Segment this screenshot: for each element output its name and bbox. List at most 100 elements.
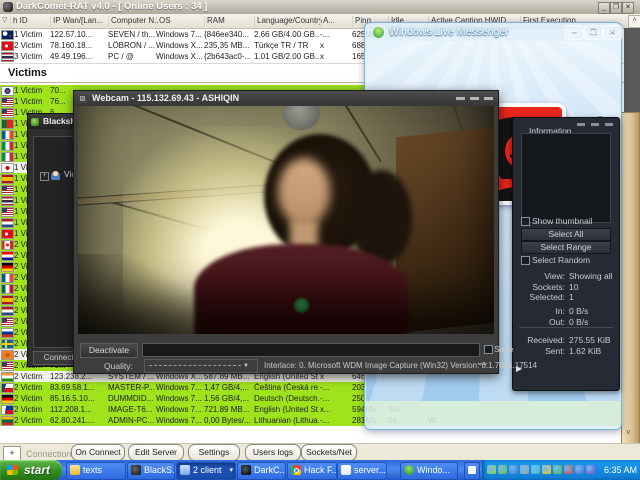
messenger-green-tray-icon[interactable] — [487, 465, 496, 474]
select-range-button[interactable]: Select Range — [521, 241, 611, 254]
cell-os: Windows X... — [156, 52, 203, 61]
country-flag-icon — [2, 307, 13, 315]
panel-button[interactable] — [605, 123, 613, 126]
connections-tab-label[interactable]: Connections — [26, 449, 76, 459]
display-tray-icon[interactable] — [509, 465, 518, 474]
show-thumbnail-label: Show thumbnail — [532, 216, 592, 226]
cell-comp: IMAGE-T6... — [108, 405, 155, 414]
column-header[interactable]: Language/Country — [254, 16, 322, 27]
toolbar-button-on-connect[interactable]: On Connect — [71, 444, 125, 461]
toolbar-button-edit-server[interactable]: Edit Server — [128, 444, 184, 461]
thumbnail-preview-box — [521, 133, 611, 223]
usb-tray-icon[interactable] — [575, 465, 584, 474]
start-label: start — [24, 463, 50, 477]
stat-value: 1.62 KiB — [569, 346, 601, 356]
language-bar-button[interactable] — [464, 462, 480, 480]
taskbar-task[interactable]: Windo... — [400, 462, 458, 480]
select-all-button[interactable]: Select All — [521, 228, 611, 241]
taskbar-task[interactable]: BlackS... — [127, 462, 175, 480]
cell-os: Windows 7... — [156, 416, 203, 425]
toolbar-button-users-logs[interactable]: Users logs — [245, 444, 301, 461]
cell-comp: PC / @ — [108, 52, 155, 61]
slider-thumb[interactable]: ▼ — [243, 363, 249, 369]
deactivate-button[interactable]: Deactivate — [80, 343, 138, 358]
cell-lang: 2.66 GB/4.00 GB... — [254, 30, 319, 39]
select-random-checkbox[interactable] — [521, 256, 530, 265]
cell-id: 2 Victim — [14, 372, 49, 381]
add-button[interactable]: + — [3, 446, 21, 461]
scrollbar-up-arrow[interactable]: ˄ — [628, 15, 640, 28]
cell-comp: SEVEN / th... — [108, 30, 155, 39]
country-flag-icon — [2, 384, 13, 392]
chevron-down-icon[interactable]: ▾ — [229, 463, 233, 478]
network-tray-icon[interactable] — [520, 465, 529, 474]
country-flag-icon — [2, 252, 13, 260]
darkcomet-titlebar: DarkComet-RAT v4.0 - [ Online Users : 34… — [0, 0, 640, 15]
maximize-button[interactable]: ❐ — [610, 2, 622, 14]
country-flag-icon — [2, 241, 13, 249]
cell-id: 1 Victim — [14, 97, 49, 106]
users-tray-icon[interactable] — [553, 465, 562, 474]
column-header[interactable]: OS — [156, 16, 206, 27]
window-control[interactable] — [484, 97, 493, 100]
security-tray-icon[interactable] — [564, 465, 573, 474]
dropdown-chevron-icon[interactable]: ⌄⌄ — [476, 357, 487, 368]
close-button[interactable]: ✕ — [622, 2, 634, 14]
stat-label: Received: — [513, 335, 565, 345]
minimize-button[interactable]: – — [565, 25, 584, 40]
messenger-green2-tray-icon[interactable] — [498, 465, 507, 474]
volume-tray-icon[interactable] — [586, 465, 595, 474]
shield-tray-icon[interactable] — [542, 465, 551, 474]
window-control[interactable] — [456, 97, 465, 100]
capture-driver-info: Interlace: 0. Microsoft WDM Image Captur… — [264, 361, 537, 370]
task-label: BlackS... — [144, 465, 175, 475]
country-flag-icon — [2, 153, 13, 161]
quality-label: Quality: — [104, 361, 133, 371]
sort-icon[interactable]: ▽ — [2, 16, 7, 24]
task-label: Hack F... — [304, 465, 337, 475]
task-label: 2 client — [193, 465, 222, 475]
webcam-titlebar: Webcam - 115.132.69.43 - ASHIQIN — [74, 91, 498, 106]
quality-slider[interactable]: ▼ — [144, 359, 258, 373]
taskbar-task[interactable]: texts — [66, 462, 126, 480]
minimize-button[interactable]: _ — [598, 2, 610, 14]
cell-ip: 83.69.58.1... — [50, 383, 107, 392]
country-flag-icon — [2, 318, 13, 326]
toolbar-button-settings[interactable]: Settings — [188, 444, 240, 461]
column-header[interactable]: h ID — [10, 16, 52, 27]
cell-id: 2 Victim — [14, 41, 49, 50]
maximize-button[interactable]: ❐ — [584, 25, 603, 40]
toolbar-button-sockets-net[interactable]: Sockets/Net — [301, 444, 357, 461]
start-button[interactable]: start — [0, 460, 62, 480]
cell-ram: {846ee340... — [204, 30, 253, 39]
panel-button[interactable] — [591, 123, 599, 126]
taskbar-task[interactable]: server... — [337, 462, 387, 480]
taskbar-task[interactable]: 2 client ▾ — [176, 462, 236, 480]
taskbar-task[interactable]: DarkC... — [237, 462, 286, 480]
scrollbar-down-arrow[interactable]: ˅ — [626, 428, 631, 437]
save-checkbox[interactable] — [484, 345, 493, 354]
messenger-icon — [404, 465, 414, 475]
country-flag-icon — [2, 274, 13, 282]
task-label: Windo... — [417, 465, 450, 475]
cell-a: -... — [320, 416, 350, 425]
panel-button[interactable] — [577, 123, 585, 126]
desktop: DarkComet-RAT v4.0 - [ Online Users : 34… — [0, 0, 640, 480]
window-control[interactable] — [470, 97, 479, 100]
cell-ip: 78.160.18... — [50, 41, 107, 50]
stat-label: View: — [513, 271, 565, 281]
taskbar-task[interactable]: Hack F... — [287, 462, 337, 480]
stat-value: 275.55 KiB — [569, 335, 611, 345]
column-header[interactable]: IP Wan/[Lan... — [50, 16, 110, 27]
webcam-icon — [78, 94, 87, 103]
close-button[interactable]: ✕ — [603, 25, 622, 40]
column-header[interactable]: Computer N... — [108, 16, 158, 27]
player-tray-icon[interactable] — [531, 465, 540, 474]
column-header[interactable]: A... — [320, 16, 354, 27]
save-label: Save — [494, 344, 513, 354]
country-flag-icon — [2, 406, 13, 414]
group-icon — [180, 465, 190, 475]
column-header[interactable]: RAM — [204, 16, 256, 27]
show-thumbnail-checkbox[interactable] — [521, 217, 530, 226]
tree-expand-icon[interactable]: + — [40, 172, 49, 181]
